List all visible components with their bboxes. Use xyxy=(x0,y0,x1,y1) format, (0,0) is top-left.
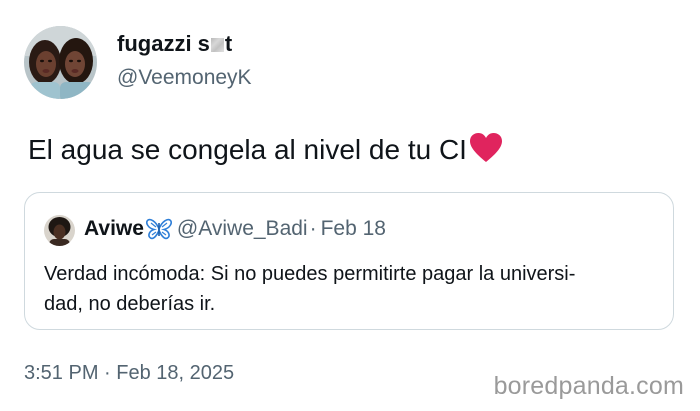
tweet-timestamp[interactable]: 3:51 PM · Feb 18, 2025 xyxy=(24,362,234,385)
tweet-body: El agua se congela al nivel de tu CI xyxy=(28,132,503,166)
quoted-separator: · xyxy=(309,217,317,240)
heart-icon xyxy=(469,132,503,164)
quoted-avatar[interactable] xyxy=(44,215,75,246)
censor-block xyxy=(210,38,224,52)
quoted-text: Verdad incómoda: Si no puedes permitirte… xyxy=(44,259,659,319)
quoted-header: Aviwe @Aviwe_Badi · Feb 18 xyxy=(84,217,386,241)
display-name-end: t xyxy=(224,31,233,56)
quoted-date[interactable]: Feb 18 xyxy=(321,217,386,241)
tweet-text: El agua se congela al nivel de tu CI xyxy=(28,134,467,165)
avatar-image xyxy=(24,26,97,99)
quoted-text-line1: Verdad incómoda: Si no puedes permitirte… xyxy=(44,263,576,285)
quoted-text-line2: dad, no deberías ir. xyxy=(44,293,216,315)
quoted-avatar-image xyxy=(44,215,75,246)
quoted-name[interactable]: Aviwe xyxy=(84,217,144,241)
avatar[interactable] xyxy=(24,26,97,99)
quoted-handle[interactable]: @Aviwe_Badi xyxy=(177,217,308,241)
quoted-tweet-card[interactable]: Aviwe @Aviwe_Badi · Feb 18 Verdad incómo… xyxy=(24,192,674,330)
display-name-start: fugazzi s xyxy=(117,31,210,56)
author-handle[interactable]: @VeemoneyK xyxy=(117,66,252,90)
butterfly-icon xyxy=(145,218,172,240)
tweet-screenshot: fugazzi s t @VeemoneyK El agua se congela… xyxy=(0,0,700,411)
watermark: boredpanda.com xyxy=(493,372,684,400)
author-display-name[interactable]: fugazzi s t xyxy=(117,31,232,57)
